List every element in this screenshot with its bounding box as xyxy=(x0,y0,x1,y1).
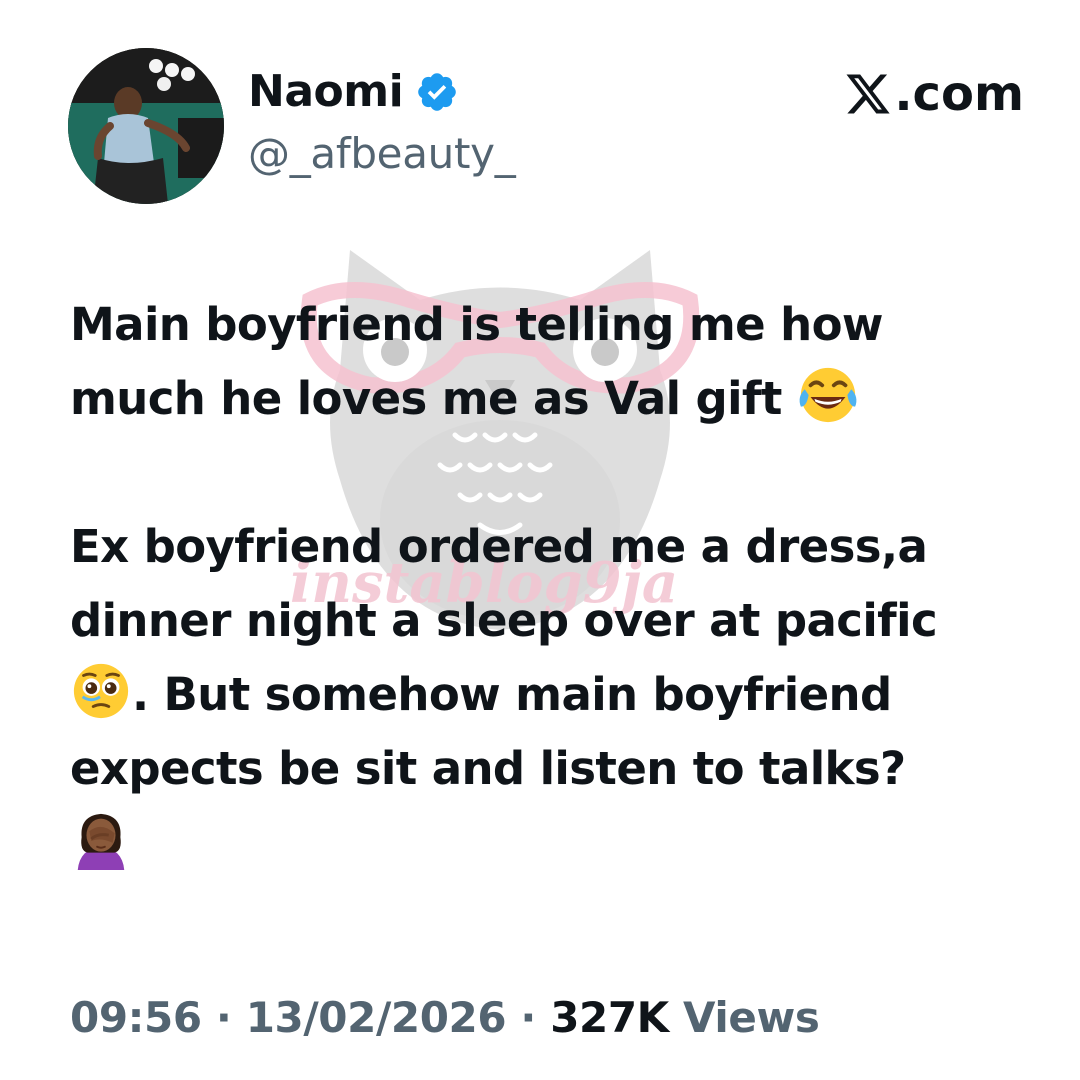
tweet-meta: 09:56 · 13/02/2026 · 327K Views xyxy=(70,988,820,1048)
avatar[interactable] xyxy=(68,48,224,204)
tweet-card: instablog9ja Naomi @_afbeauty_ .com Main… xyxy=(0,0,1080,1080)
tweet-line: Main boyfriend is telling me how xyxy=(70,298,883,351)
tweet-text: Main boyfriend is telling me how much he… xyxy=(70,288,1030,880)
views-label: Views xyxy=(668,993,820,1042)
meta-separator: · xyxy=(506,993,551,1042)
display-name[interactable]: Naomi xyxy=(248,64,459,120)
tweet-line: expects be sit and listen to talks? xyxy=(70,742,906,795)
x-logo-icon xyxy=(846,74,890,114)
tweet-line: Ex boyfriend ordered me a dress,a xyxy=(70,520,928,573)
display-name-text: Naomi xyxy=(248,66,404,117)
brand-text: .com xyxy=(894,66,1024,122)
profile-photo-icon xyxy=(68,48,224,204)
meta-separator: · xyxy=(201,993,246,1042)
user-handle[interactable]: @_afbeauty_ xyxy=(248,126,516,182)
woman-facepalming-icon xyxy=(77,813,125,870)
tweet-paragraph-2: Ex boyfriend ordered me a dress,a dinner… xyxy=(70,510,1030,880)
tweet-date[interactable]: 13/02/2026 xyxy=(246,993,507,1042)
tweet-line: much he loves me as Val gift xyxy=(70,372,782,425)
tweet-time[interactable]: 09:56 xyxy=(70,993,202,1042)
views-count[interactable]: 327K xyxy=(550,993,669,1042)
pleading-face-icon xyxy=(73,663,129,719)
tweet-line: . But somehow main boyfriend xyxy=(132,668,892,721)
brand-label: .com xyxy=(844,64,1024,124)
tweet-paragraph-1: Main boyfriend is telling me how much he… xyxy=(70,288,1030,436)
face-with-tears-of-joy-icon xyxy=(799,367,857,423)
verified-badge-icon xyxy=(418,73,456,111)
tweet-line: dinner night a sleep over at pacific xyxy=(70,594,938,647)
